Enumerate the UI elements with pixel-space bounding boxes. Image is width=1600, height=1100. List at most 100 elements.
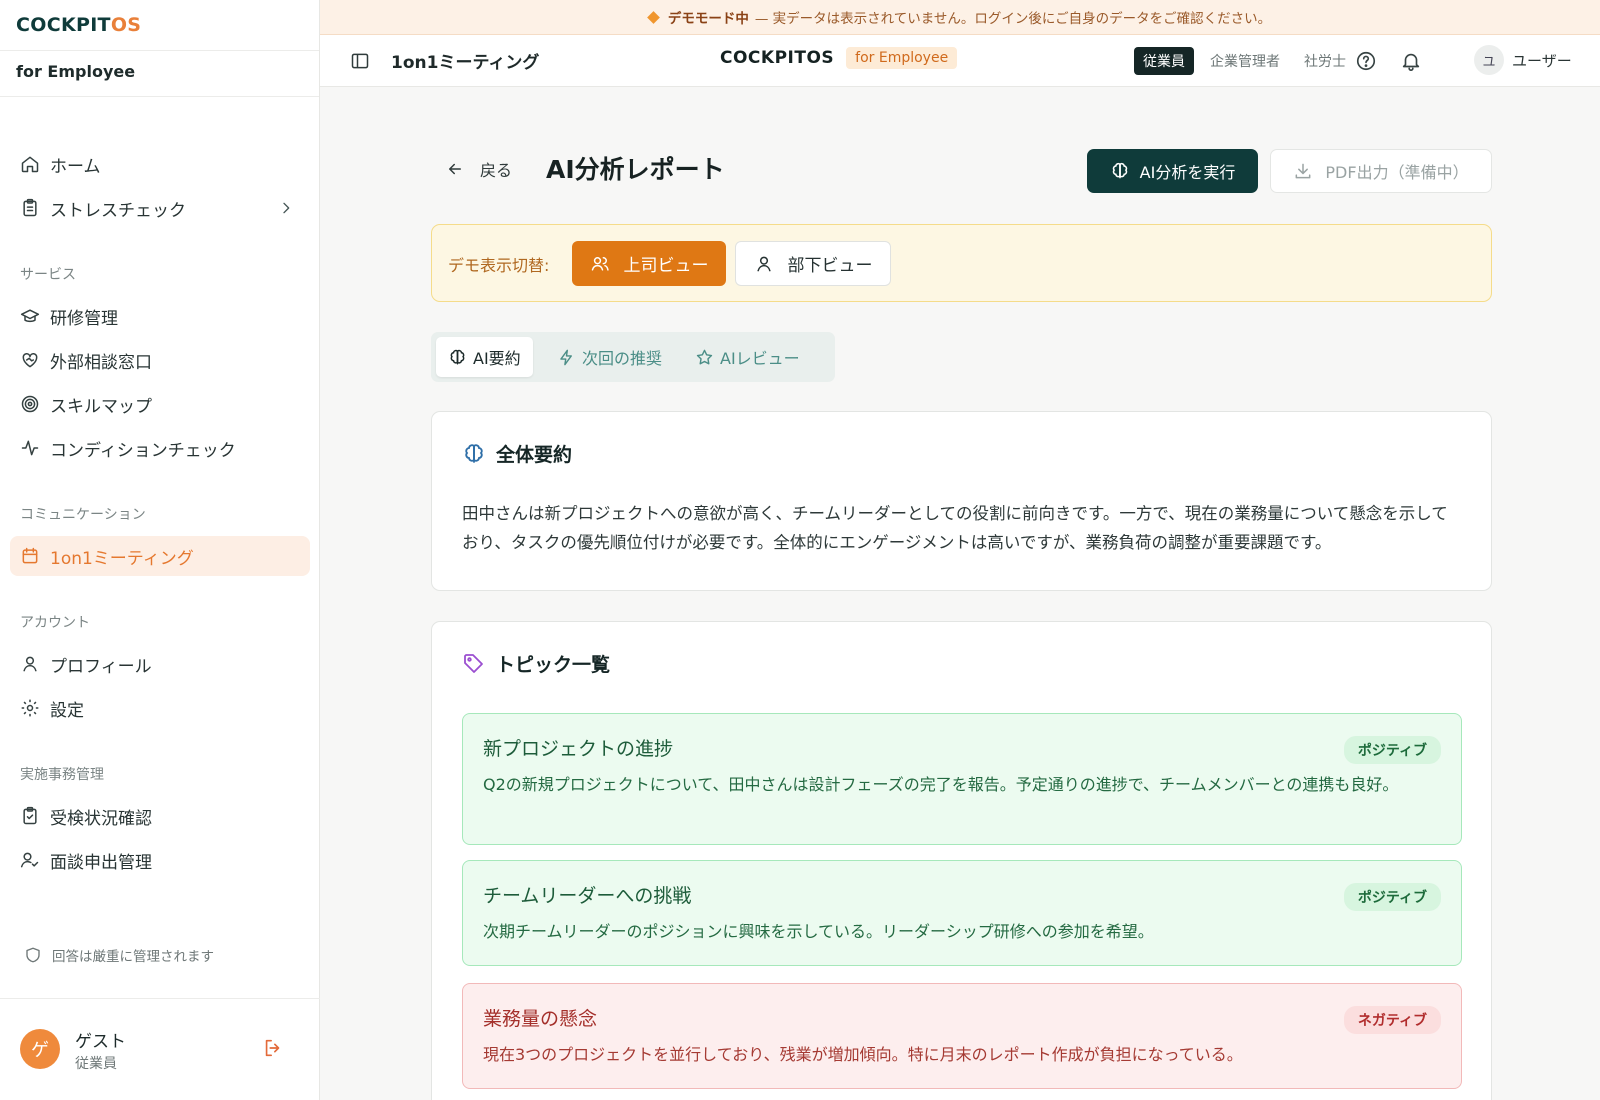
topic-item: チームリーダーへの挑戦 ポジティブ 次期チームリーダーのポジションに興味を示して… — [462, 860, 1462, 966]
bell-icon[interactable] — [1400, 50, 1422, 72]
summary-heading: 全体要約 — [462, 440, 572, 467]
role-company-admin[interactable]: 企業管理者 — [1210, 51, 1280, 71]
topic-title: 業務量の懸念 — [483, 1008, 598, 1030]
sidebar-item-label: 設定 — [50, 700, 84, 721]
sidebar-item-label: 面談申出管理 — [50, 852, 152, 873]
section-label-service: サービス — [20, 267, 76, 283]
sidebar-item-exam-status[interactable]: 受検状況確認 — [10, 796, 310, 836]
role-switcher: 従業員 企業管理者 社労士 — [1134, 47, 1370, 75]
brand-logo-accent: OS — [110, 14, 142, 36]
tab-ai-summary[interactable]: AI要約 — [436, 337, 533, 377]
summary-heading-text: 全体要約 — [496, 444, 573, 466]
sidebar-toggle-icon[interactable] — [350, 51, 370, 71]
page-title: 1on1ミーティング — [391, 53, 540, 73]
sidebar-item-profile[interactable]: プロフィール — [10, 644, 310, 684]
avatar[interactable]: ゲ — [20, 1029, 60, 1069]
brand-subtitle: for Employee — [0, 51, 319, 97]
header-brand-badge: for Employee — [846, 47, 958, 69]
user-check-icon — [20, 852, 39, 868]
report-title: AI分析レポート — [546, 155, 725, 184]
shield-icon — [26, 947, 40, 963]
logout-icon[interactable] — [262, 1037, 284, 1059]
tag-icon — [464, 653, 483, 673]
brand-logo[interactable]: COCKPITOS — [0, 0, 319, 51]
sentiment-badge: ポジティブ — [1343, 883, 1441, 911]
manager-view-button[interactable]: 上司ビュー — [572, 241, 726, 286]
member-view-button[interactable]: 部下ビュー — [735, 241, 891, 286]
user-icon — [23, 656, 37, 672]
home-icon — [21, 156, 39, 173]
brand-logo-main: COCKPIT — [16, 14, 111, 36]
demo-view-toggle-label: デモ表示切替: — [448, 256, 550, 275]
sidebar-item-label: 1on1ミーティング — [50, 548, 194, 569]
sidebar-item-interview-requests[interactable]: 面談申出管理 — [10, 840, 310, 880]
user-name: ゲスト — [75, 1032, 126, 1052]
download-icon — [1295, 163, 1311, 179]
clipboard-check-icon — [23, 806, 37, 825]
run-ai-analysis-button[interactable]: AI分析を実行 — [1087, 149, 1258, 193]
topic-body: 現在3つのプロジェクトを並行しており、残業が増加傾向。特に月末のレポート作成が負… — [483, 1045, 1243, 1064]
graduation-cap-icon — [20, 309, 40, 323]
user-role: 従業員 — [75, 1056, 117, 1072]
manager-view-label: 上司ビュー — [623, 256, 709, 276]
tab-label: AI要約 — [473, 349, 521, 368]
header-avatar: ユ — [1474, 45, 1504, 75]
topics-heading-text: トピック一覧 — [496, 654, 611, 676]
header-user-name: ユーザー — [1512, 51, 1572, 70]
gear-icon — [21, 699, 39, 717]
header-user-menu[interactable]: ユ ユーザー — [1474, 45, 1572, 75]
sidebar-item-label: 研修管理 — [50, 308, 118, 329]
chevron-right-icon — [283, 202, 290, 214]
sidebar-item-label: コンディションチェック — [50, 440, 236, 461]
tab-label: AIレビュー — [720, 349, 800, 368]
clipboard-icon — [23, 198, 37, 217]
report-tabs: AI要約 次回の推奨 AIレビュー — [431, 332, 835, 382]
topic-body: 次期チームリーダーのポジションに興味を示している。リーダーシップ研修への参加を希… — [483, 922, 1154, 941]
privacy-note-text: 回答は厳重に管理されます — [52, 949, 214, 965]
privacy-note: 回答は厳重に管理されます — [24, 945, 214, 965]
sidebar-item-home[interactable]: ホーム — [10, 144, 310, 184]
arrow-left-icon — [449, 163, 461, 175]
topic-title: チームリーダーへの挑戦 — [483, 885, 692, 907]
user-box: ゲ ゲスト 従業員 — [0, 998, 320, 1100]
back-button[interactable]: 戻る — [446, 157, 512, 181]
demo-mode-banner: デモモード中 — 実データは表示されていません。ログイン後にご自身のデータをご確… — [320, 0, 1600, 35]
demo-view-toggle: デモ表示切替: 上司ビュー 部下ビュー — [431, 224, 1492, 302]
pdf-export-label: PDF出力（準備中） — [1325, 163, 1469, 182]
sidebar-item-settings[interactable]: 設定 — [10, 688, 310, 728]
brain-icon — [465, 443, 483, 463]
help-icon[interactable] — [1355, 50, 1377, 72]
section-label-communication: コミュニケーション — [20, 507, 146, 523]
sidebar-item-external-consultation[interactable]: 外部相談窓口 — [10, 340, 310, 380]
topic-body: Q2の新規プロジェクトについて、田中さんは設計フェーズの完了を報告。予定通りの進… — [483, 775, 1399, 794]
member-view-label: 部下ビュー — [787, 256, 873, 276]
role-labor-consultant[interactable]: 社労士 — [1304, 51, 1346, 71]
tab-label: 次回の推奨 — [582, 349, 663, 368]
sidebar-item-1on1-meeting[interactable]: 1on1ミーティング — [10, 536, 310, 576]
users-icon — [591, 256, 609, 271]
sidebar-item-skill-map[interactable]: スキルマップ — [10, 384, 310, 424]
demo-mode-label: デモモード中 — [667, 11, 749, 27]
activity-icon — [21, 440, 39, 456]
summary-card: 全体要約 田中さんは新プロジェクトへの意欲が高く、チームリーダーとしての役割に前… — [431, 411, 1492, 591]
run-ai-analysis-label: AI分析を実行 — [1139, 163, 1236, 182]
calendar-icon — [22, 547, 38, 564]
sidebar-item-training[interactable]: 研修管理 — [10, 296, 310, 336]
brain-icon — [1112, 162, 1127, 179]
top-header: 1on1ミーティング COCKPITOS for Employee 従業員 企業… — [320, 35, 1600, 87]
sidebar-item-label: プロフィール — [50, 656, 152, 677]
pdf-export-button[interactable]: PDF出力（準備中） — [1270, 149, 1492, 193]
topics-card: トピック一覧 新プロジェクトの進捗 ポジティブ Q2の新規プロジェクトについて、… — [431, 621, 1492, 1100]
header-brand-name: COCKPITOS — [720, 48, 835, 68]
tab-ai-review[interactable]: AIレビュー — [683, 337, 812, 377]
sidebar-item-condition-check[interactable]: コンディションチェック — [10, 428, 310, 468]
demo-mode-text: — 実データは表示されていません。ログイン後にご自身のデータをご確認ください。 — [754, 11, 1272, 27]
sidebar-item-stress-check[interactable]: ストレスチェック — [10, 188, 310, 228]
summary-text: 田中さんは新プロジェクトへの意欲が高く、チームリーダーとしての役割に前向きです。… — [462, 504, 1448, 552]
sentiment-badge: ポジティブ — [1343, 736, 1441, 764]
section-label-account: アカウント — [20, 615, 90, 631]
back-label: 戻る — [480, 161, 513, 180]
role-employee[interactable]: 従業員 — [1134, 47, 1194, 75]
tab-next-recommendation[interactable]: 次回の推奨 — [545, 337, 674, 377]
topic-title: 新プロジェクトの進捗 — [483, 738, 674, 760]
